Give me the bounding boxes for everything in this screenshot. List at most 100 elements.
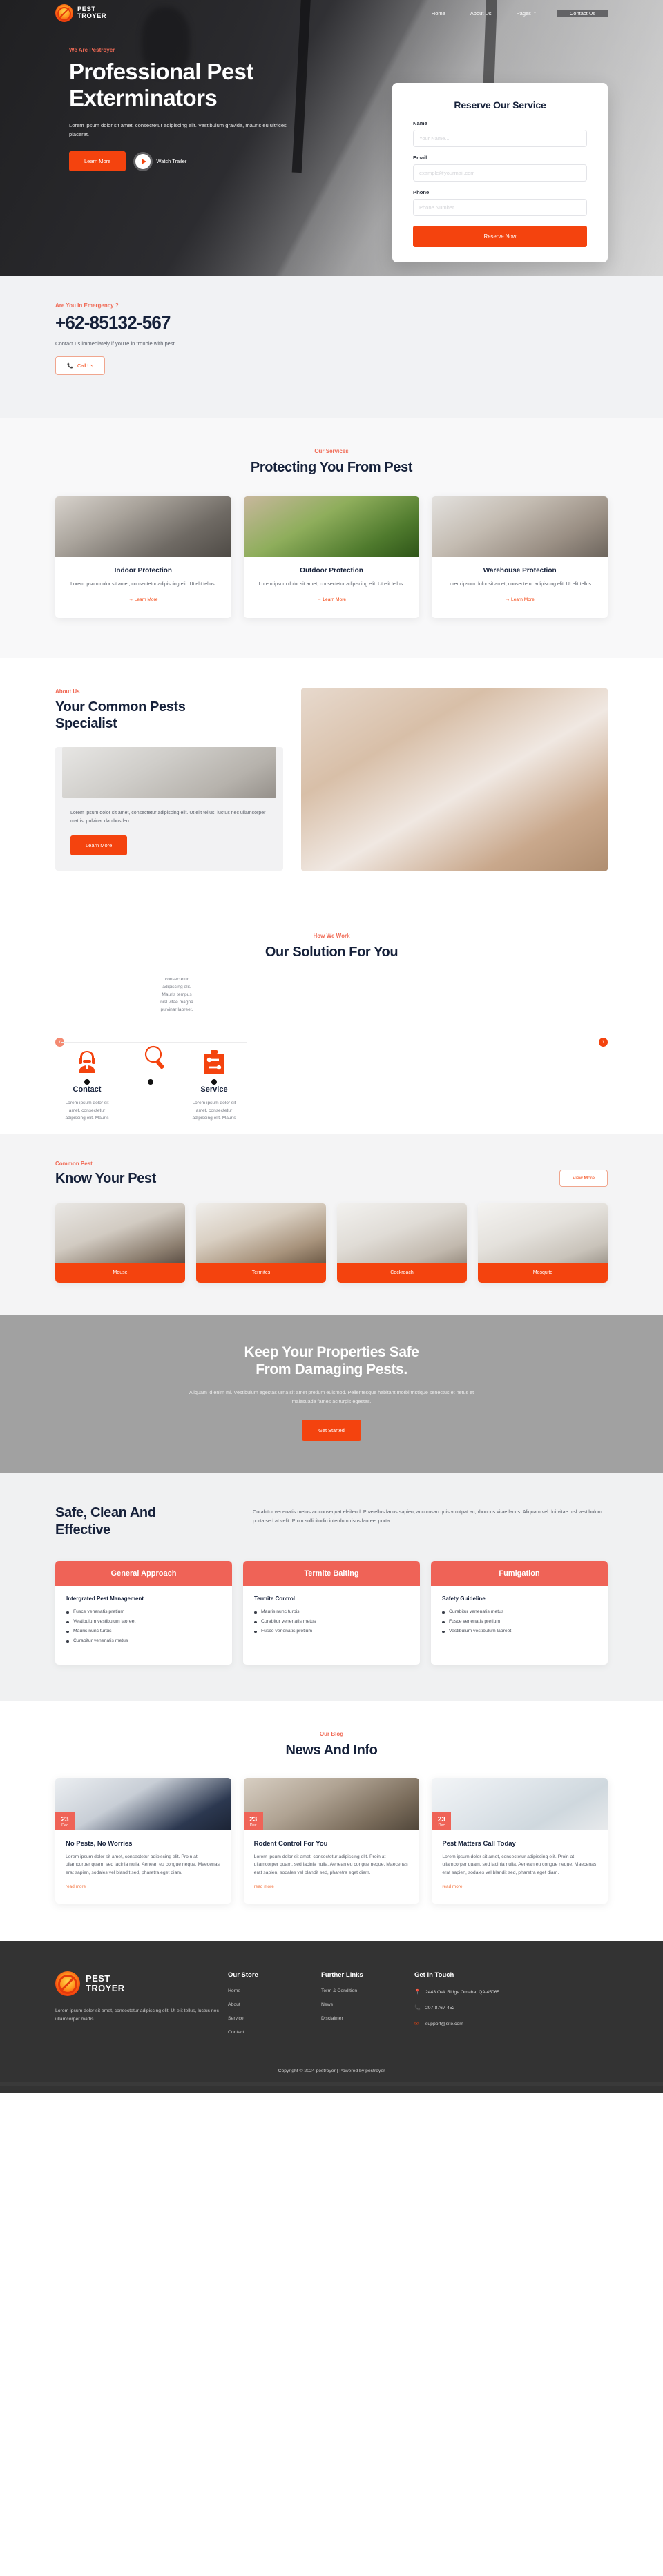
contact-us-button[interactable]: Contact Us [557,10,608,17]
plan-list: Curabitur venenatis metus Fusce venenati… [442,1609,597,1634]
pest-card-cockroach[interactable]: Cockroach [337,1203,467,1283]
service-image [243,496,420,557]
know-your-pest-section: Common Pest Know Your Pest View More Mou… [0,1134,663,1315]
footer-link-news[interactable]: News [321,2002,414,2007]
plan-list-item: Curabitur venenatis metus [254,1619,409,1624]
footer-link-terms[interactable]: Term & Condition [321,1988,414,1993]
blog-title: News And Info [285,1742,378,1758]
blog-post-text: Lorem ipsum dolor sit amet, consectetur … [442,1854,597,1875]
read-more-link[interactable]: read more [254,1884,274,1889]
services-eyebrow: Our Services [314,448,349,454]
hero-learn-more-button[interactable]: Learn More [69,151,126,171]
footer-link-disclaimer[interactable]: Disclaimer [321,2016,414,2021]
pest-card-termites[interactable]: Termites [196,1203,326,1283]
service-learn-more-link[interactable]: → Learn More [506,597,535,602]
site-footer: PEST TROYER Lorem ipsum dolor sit amet, … [0,1941,663,2093]
blog-month: Dec [249,1823,257,1828]
footer-heading-our-store: Our Store [228,1971,258,1979]
solution-step-contact[interactable]: Contact Lorem ipsum dolor sit amet, cons… [55,1039,119,1122]
about-section: About Us Your Common Pests Specialist Lo… [0,657,663,905]
name-input[interactable] [413,130,587,147]
plan-list-item: Vestibulum vestibulum laoreet [442,1629,597,1634]
phone-input[interactable] [413,199,587,216]
footer-phone[interactable]: 📞 207-8767-452 [414,2004,532,2012]
call-us-button[interactable]: 📞 Call Us [55,356,106,375]
nav-item-pages[interactable]: Pages ▼ [504,10,549,17]
service-name: Outdoor Protection [300,567,363,574]
footer-address-text: 2443 Oak Ridge Omaha, QA 45065 [425,1990,500,1995]
email-input[interactable] [413,164,587,182]
blog-eyebrow: Our Blog [319,1730,344,1737]
cta-text: Aliquam id enim mi. Vestibulum egestas u… [189,1388,474,1404]
main-navbar: PEST TROYER Home About Us Pages ▼ Contact… [55,0,608,22]
call-us-label: Call Us [77,362,94,369]
hero-section: PEST TROYER Home About Us Pages ▼ Contact… [0,0,663,276]
plan-list-item: Fusce venenatis pretium [442,1619,597,1624]
pest-image [196,1203,326,1263]
footer-logo[interactable]: PEST TROYER [55,1971,228,1996]
chevron-down-icon: ▼ [532,11,537,15]
service-card-warehouse[interactable]: Warehouse Protection Lorem ipsum dolor s… [432,496,608,618]
view-more-button[interactable]: View More [559,1169,608,1187]
solution-step-service[interactable]: Service Lorem ipsum dolor sit amet, cons… [182,1039,246,1122]
about-learn-more-button[interactable]: Learn More [70,835,128,855]
blog-card-3[interactable]: 23 Dec Pest Matters Call Today Lorem ips… [432,1777,608,1904]
service-learn-more-link[interactable]: → Learn More [128,597,157,602]
blog-grid: 23 Dec No Pests, No Worries Lorem ipsum … [55,1777,608,1904]
timeline-dot [84,1078,90,1085]
plan-heading: Fumigation [431,1560,608,1586]
reserve-now-button[interactable]: Reserve Now [413,226,587,247]
service-link-label: Learn More [323,597,347,602]
pests-grid: Mouse Termites Cockroach Mosquito [55,1203,608,1283]
get-started-button[interactable]: Get Started [302,1419,361,1441]
footer-link-about[interactable]: About [228,2002,321,2007]
site-logo[interactable]: PEST TROYER [55,4,106,22]
pest-logo-icon [55,1971,80,1996]
service-learn-more-link[interactable]: → Learn More [317,597,346,602]
blog-day: 23 [61,1815,69,1823]
phone-icon: 📞 [414,2006,421,2011]
hero-subtitle: Lorem ipsum dolor sit amet, consectetur … [69,122,287,137]
service-image [432,496,608,557]
read-more-link[interactable]: read more [442,1884,462,1889]
emergency-section: Are You In Emergency ? +62-85132-567 Con… [0,276,663,418]
footer-link-home[interactable]: Home [228,1988,321,1993]
chevron-right-icon[interactable]: › [599,1037,608,1047]
nav-item-home[interactable]: Home [419,10,458,17]
service-name: Warehouse Protection [483,567,557,574]
blog-card-2[interactable]: 23 Dec Rodent Control For You Lorem ipsu… [243,1777,420,1904]
hero-title-line-1: Professional Pest [69,59,253,84]
pest-label: Termites [196,1262,326,1283]
watch-trailer-control[interactable]: Watch Trailer [135,153,186,169]
email-label: Email [413,155,427,161]
blog-day: 23 [249,1815,258,1823]
footer-address: 📍 2443 Oak Ridge Omaha, QA 45065 [414,1988,532,1996]
blog-card-1[interactable]: 23 Dec No Pests, No Worries Lorem ipsum … [55,1777,231,1904]
service-card-indoor[interactable]: Indoor Protection Lorem ipsum dolor sit … [55,496,231,618]
blog-day: 23 [437,1815,445,1823]
service-name: Indoor Protection [114,567,172,574]
plan-list-item: Curabitur venenatis metus [442,1609,597,1614]
footer-col-further-links: Further Links Term & Condition News Disc… [321,1971,414,2044]
footer-email[interactable]: ✉ support@site.com [414,2020,532,2028]
services-title: Protecting You From Pest [250,460,413,475]
service-card-outdoor[interactable]: Outdoor Protection Lorem ipsum dolor sit… [243,496,420,618]
footer-heading-further-links: Further Links [321,1971,363,1979]
footer-link-contact[interactable]: Contact [228,2030,321,2035]
pest-logo-icon [55,4,73,22]
nav-item-about-us[interactable]: About Us [458,10,504,17]
footer-link-service[interactable]: Service [228,2016,321,2021]
reserve-form-title: Reserve Our Service [454,99,546,110]
blog-image: 23 Dec [432,1777,608,1830]
pest-card-mouse[interactable]: Mouse [55,1203,185,1283]
service-desc: Lorem ipsum dolor sit amet, consectetur … [70,582,216,587]
plan-list-item: Mauris nunc turpis [254,1609,409,1614]
service-link-label: Learn More [511,597,535,602]
pest-card-mosquito[interactable]: Mosquito [478,1203,608,1283]
about-title: Your Common Pests Specialist [55,699,283,732]
plan-card-fumigation: Fumigation Safety Guideline Curabitur ve… [431,1560,608,1665]
read-more-link[interactable]: read more [66,1884,86,1889]
play-icon[interactable] [135,153,151,169]
service-desc: Lorem ipsum dolor sit amet, consectetur … [447,582,593,587]
plan-subheading: Termite Control [254,1595,295,1602]
